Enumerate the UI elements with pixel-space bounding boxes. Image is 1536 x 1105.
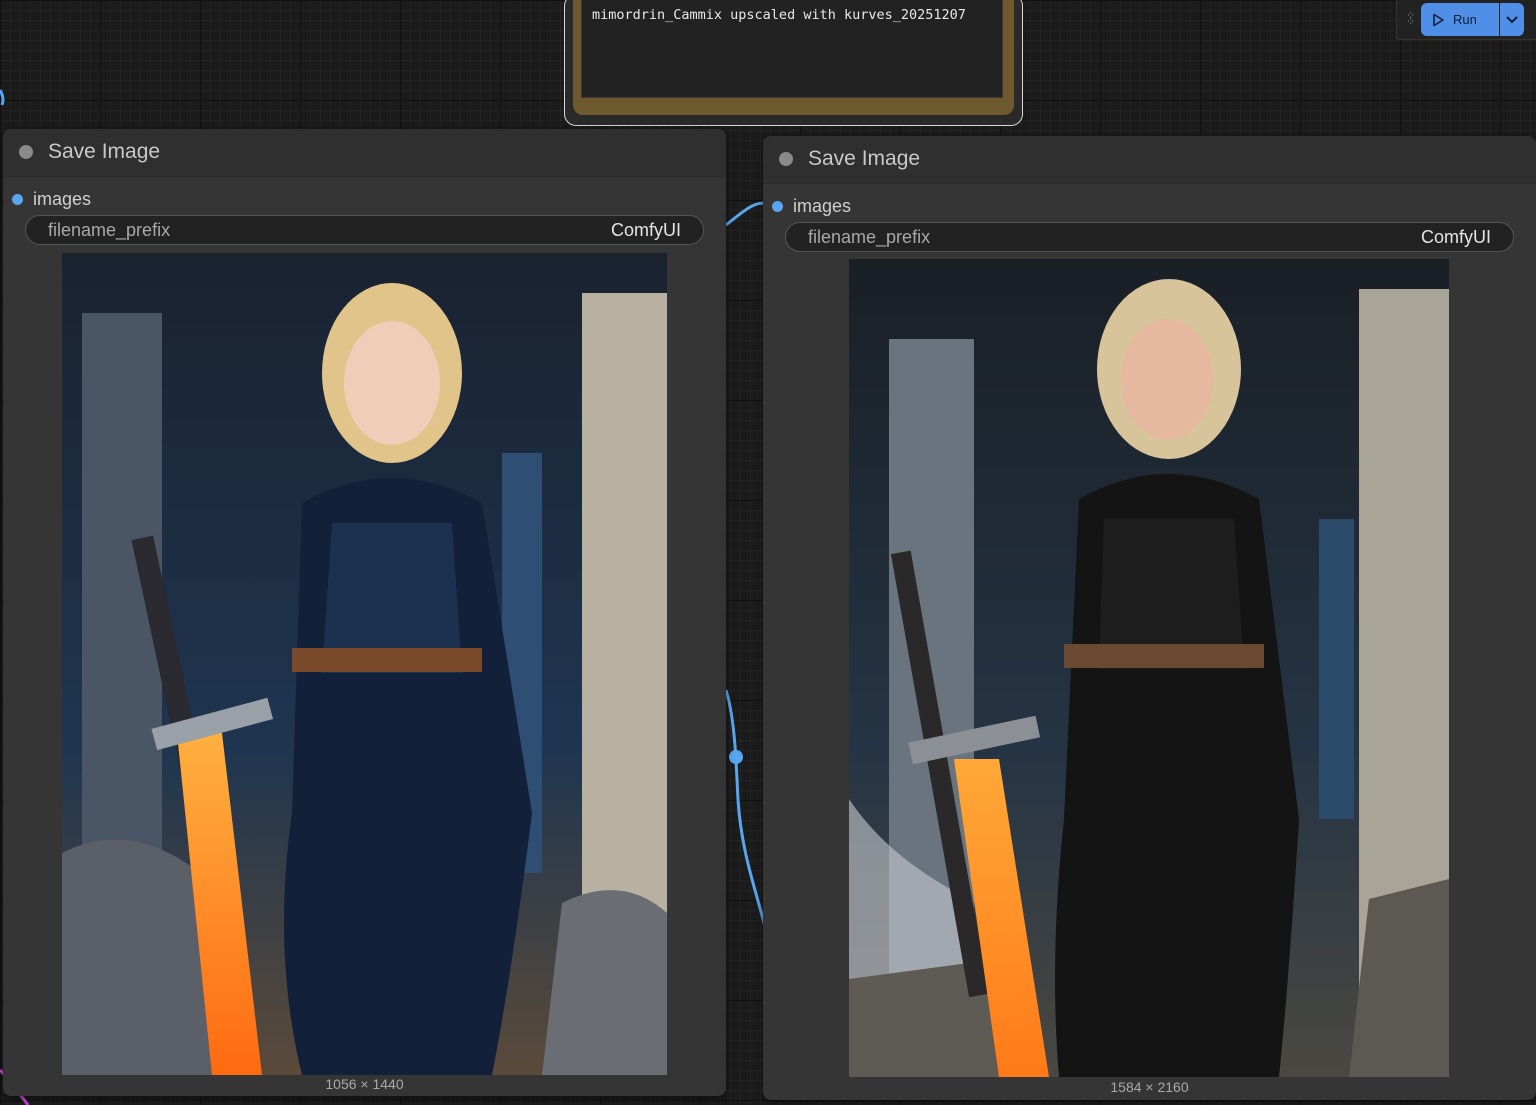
node-title: Save Image bbox=[48, 140, 161, 163]
chevron-down-icon bbox=[1506, 15, 1518, 23]
image-link bbox=[0, 89, 5, 106]
image-link bbox=[724, 689, 770, 941]
image-preview[interactable] bbox=[62, 253, 667, 1075]
input-slot-dot[interactable] bbox=[772, 200, 783, 212]
run-dropdown-button[interactable] bbox=[1500, 3, 1524, 36]
run-button[interactable]: Run bbox=[1421, 3, 1499, 36]
link-reroute-dot bbox=[729, 750, 743, 764]
node-collapse-dot[interactable] bbox=[779, 152, 793, 166]
save-image-node[interactable]: Save Image images filename_prefix ComfyU… bbox=[763, 136, 1536, 1100]
input-slot-images[interactable]: images bbox=[772, 196, 851, 216]
node-title: Save Image bbox=[808, 147, 921, 170]
widget-name: filename_prefix bbox=[48, 220, 171, 240]
filename-prefix-field[interactable]: filename_prefix ComfyUI bbox=[25, 215, 704, 245]
input-slot-images[interactable]: images bbox=[12, 189, 91, 209]
preview-illustration bbox=[62, 253, 667, 1075]
filename-prefix-field[interactable]: filename_prefix ComfyUI bbox=[785, 222, 1514, 252]
image-dimensions: 1584 × 2160 bbox=[1110, 1079, 1189, 1095]
note-node[interactable]: mimordrin_Cammix upscaled with kurves_20… bbox=[564, 0, 1023, 126]
preview-photo bbox=[849, 259, 1449, 1077]
drag-handle-icon[interactable]: ⁘ ⁘ bbox=[1406, 11, 1415, 28]
run-button-label: Run bbox=[1453, 12, 1477, 27]
widget-value: ComfyUI bbox=[610, 220, 681, 240]
image-dimensions: 1056 × 1440 bbox=[325, 1076, 404, 1092]
input-slot-label: images bbox=[793, 195, 852, 216]
widget-value: ComfyUI bbox=[1420, 227, 1491, 247]
queue-toolbar: ⁘ ⁘ Run bbox=[1396, 0, 1536, 40]
widget-name: filename_prefix bbox=[808, 227, 931, 247]
save-image-node[interactable]: Save Image images filename_prefix ComfyU… bbox=[3, 129, 726, 1096]
node-header[interactable]: Save Image bbox=[3, 129, 726, 177]
play-icon bbox=[1433, 13, 1444, 26]
input-slot-dot[interactable] bbox=[12, 193, 23, 205]
input-slot-label: images bbox=[33, 188, 92, 209]
image-preview[interactable] bbox=[849, 259, 1449, 1077]
node-header[interactable]: Save Image bbox=[763, 136, 1536, 184]
note-textarea[interactable]: mimordrin_Cammix upscaled with kurves_20… bbox=[581, 0, 1003, 98]
node-collapse-dot[interactable] bbox=[19, 145, 33, 159]
